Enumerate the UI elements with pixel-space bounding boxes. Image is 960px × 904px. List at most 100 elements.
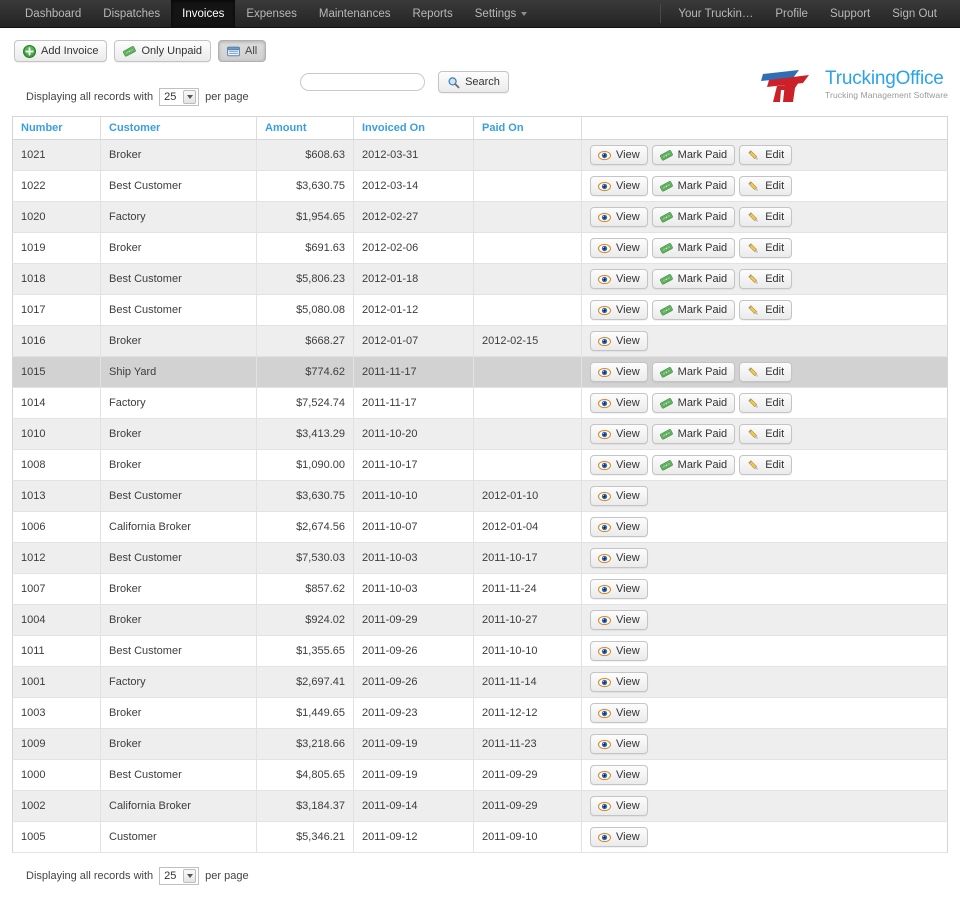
table-row[interactable]: 1006 California Broker $2,674.56 2011-10-07… — [12, 511, 948, 543]
table-row[interactable]: 1019 Broker $691.63 2012-02-06 View Mark Paid… — [12, 232, 948, 264]
nav-item-sign-out[interactable]: Sign Out — [881, 0, 948, 27]
mark-paid-button[interactable]: Mark Paid — [651, 300, 736, 320]
view-button[interactable]: View — [590, 207, 648, 227]
search-input[interactable] — [300, 73, 425, 91]
nav-item-invoices[interactable]: Invoices — [171, 0, 236, 27]
table-row[interactable]: 1007 Broker $857.62 2011-10-03 2011-11-24 Vie… — [12, 573, 948, 605]
nav-item-dashboard[interactable]: Dashboard — [14, 0, 92, 27]
view-button[interactable]: View — [590, 362, 648, 382]
table-row[interactable]: 1003 Broker $1,449.65 2011-09-23 2011-12-12 V… — [12, 697, 948, 729]
edit-button[interactable]: Edit — [739, 300, 793, 320]
mark-paid-button[interactable]: Mark Paid — [651, 455, 736, 475]
view-button[interactable]: View — [590, 672, 648, 692]
view-button[interactable]: View — [590, 827, 648, 847]
view-button[interactable]: View — [590, 145, 648, 165]
table-row[interactable]: 1001 Factory $2,697.41 2011-09-26 2011-11-14… — [12, 666, 948, 698]
column-header-invoiced[interactable]: Invoiced On — [353, 116, 474, 140]
table-row[interactable]: 1004 Broker $924.02 2011-09-29 2011-10-27 Vie… — [12, 604, 948, 636]
per-page-select-bottom[interactable]: 25 — [159, 867, 200, 885]
table-row[interactable]: 1008 Broker $1,090.00 2011-10-17 View Mark Pa… — [12, 449, 948, 481]
nav-item-dispatches[interactable]: Dispatches — [92, 0, 171, 27]
nav-item-maintenances[interactable]: Maintenances — [308, 0, 402, 27]
edit-button[interactable]: Edit — [739, 269, 793, 289]
view-button[interactable]: View — [590, 796, 648, 816]
table-row[interactable]: 1005 Customer $5,346.21 2011-09-12 2011-09-1… — [12, 821, 948, 853]
view-button[interactable]: View — [590, 641, 648, 661]
table-row[interactable]: 1021 Broker $608.63 2012-03-31 View Mark Paid… — [12, 139, 948, 171]
view-label: View — [616, 397, 640, 409]
mark-paid-button[interactable]: Mark Paid — [651, 393, 736, 413]
nav-item-profile[interactable]: Profile — [764, 0, 819, 27]
view-button[interactable]: View — [590, 393, 648, 413]
edit-button[interactable]: Edit — [739, 362, 793, 382]
view-label: View — [616, 614, 640, 626]
view-button[interactable]: View — [590, 424, 648, 444]
mark-paid-button[interactable]: Mark Paid — [651, 362, 736, 382]
column-header-number[interactable]: Number — [12, 116, 101, 140]
table-row[interactable]: 1018 Best Customer $5,806.23 2012-01-18 View… — [12, 263, 948, 295]
table-row[interactable]: 1009 Broker $3,218.66 2011-09-19 2011-11-23 V… — [12, 728, 948, 760]
mark-paid-button[interactable]: Mark Paid — [651, 269, 736, 289]
edit-button[interactable]: Edit — [739, 393, 793, 413]
column-header-amount[interactable]: Amount — [256, 116, 354, 140]
view-button[interactable]: View — [590, 579, 648, 599]
table-row[interactable]: 1013 Best Customer $3,630.75 2011-10-10 2012… — [12, 480, 948, 512]
view-button[interactable]: View — [590, 455, 648, 475]
view-button[interactable]: View — [590, 765, 648, 785]
view-button[interactable]: View — [590, 486, 648, 506]
brand-logo[interactable]: TruckingOffice Trucking Management Softw… — [759, 64, 948, 104]
mark-paid-label: Mark Paid — [677, 180, 728, 192]
view-button[interactable]: View — [590, 703, 648, 723]
cell-invoiced-on: 2012-02-27 — [353, 201, 474, 233]
column-header-paid[interactable]: Paid On — [473, 116, 582, 140]
nav-item-expenses[interactable]: Expenses — [235, 0, 308, 27]
table-row[interactable]: 1000 Best Customer $4,805.65 2011-09-19 2011… — [12, 759, 948, 791]
eye-icon — [598, 211, 611, 224]
table-row[interactable]: 1014 Factory $7,524.74 2011-11-17 View Mark P… — [12, 387, 948, 419]
view-button[interactable]: View — [590, 300, 648, 320]
nav-item-support[interactable]: Support — [819, 0, 881, 27]
edit-button[interactable]: Edit — [739, 207, 793, 227]
all-filter-button[interactable]: All — [218, 40, 267, 62]
edit-button[interactable]: Edit — [739, 176, 793, 196]
table-row[interactable]: 1011 Best Customer $1,355.65 2011-09-26 2011… — [12, 635, 948, 667]
nav-item-your-truckin-[interactable]: Your Truckin… — [667, 0, 764, 27]
eye-icon — [598, 180, 611, 193]
search-button[interactable]: Search — [438, 71, 509, 93]
table-row[interactable]: 1002 California Broker $3,184.37 2011-09-14… — [12, 790, 948, 822]
table-row[interactable]: 1020 Factory $1,954.65 2012-02-27 View Mark P… — [12, 201, 948, 233]
mark-paid-label: Mark Paid — [677, 273, 728, 285]
view-button[interactable]: View — [590, 734, 648, 754]
cell-paid-on: 2011-10-17 — [473, 542, 582, 574]
edit-button[interactable]: Edit — [739, 424, 793, 444]
nav-item-settings[interactable]: Settings — [464, 0, 539, 27]
table-row[interactable]: 1010 Broker $3,413.29 2011-10-20 View Mark Pa… — [12, 418, 948, 450]
table-row[interactable]: 1015 Ship Yard $774.62 2011-11-17 View Mark P… — [12, 356, 948, 388]
nav-item-reports[interactable]: Reports — [401, 0, 463, 27]
column-header-customer[interactable]: Customer — [100, 116, 257, 140]
view-button[interactable]: View — [590, 269, 648, 289]
table-row[interactable]: 1016 Broker $668.27 2012-01-07 2012-02-15 Vie… — [12, 325, 948, 357]
table-row[interactable]: 1017 Best Customer $5,080.08 2012-01-12 View… — [12, 294, 948, 326]
view-button[interactable]: View — [590, 331, 648, 351]
edit-button[interactable]: Edit — [739, 238, 793, 258]
view-button[interactable]: View — [590, 238, 648, 258]
per-page-select-top[interactable]: 25 — [159, 88, 200, 106]
mark-paid-button[interactable]: Mark Paid — [651, 145, 736, 165]
edit-button[interactable]: Edit — [739, 455, 793, 475]
table-row[interactable]: 1022 Best Customer $3,630.75 2012-03-14 View… — [12, 170, 948, 202]
view-button[interactable]: View — [590, 517, 648, 537]
view-button[interactable]: View — [590, 176, 648, 196]
add-invoice-button[interactable]: Add Invoice — [14, 40, 108, 62]
mark-paid-button[interactable]: Mark Paid — [651, 424, 736, 444]
only-unpaid-button[interactable]: Only Unpaid — [114, 40, 212, 62]
view-button[interactable]: View — [590, 548, 648, 568]
view-button[interactable]: View — [590, 610, 648, 630]
cell-number: 1014 — [12, 387, 101, 419]
mark-paid-button[interactable]: Mark Paid — [651, 238, 736, 258]
edit-button[interactable]: Edit — [739, 145, 793, 165]
mark-paid-button[interactable]: Mark Paid — [651, 207, 736, 227]
cell-paid-on: 2012-02-15 — [473, 325, 582, 357]
mark-paid-button[interactable]: Mark Paid — [651, 176, 736, 196]
table-row[interactable]: 1012 Best Customer $7,530.03 2011-10-03 2011… — [12, 542, 948, 574]
